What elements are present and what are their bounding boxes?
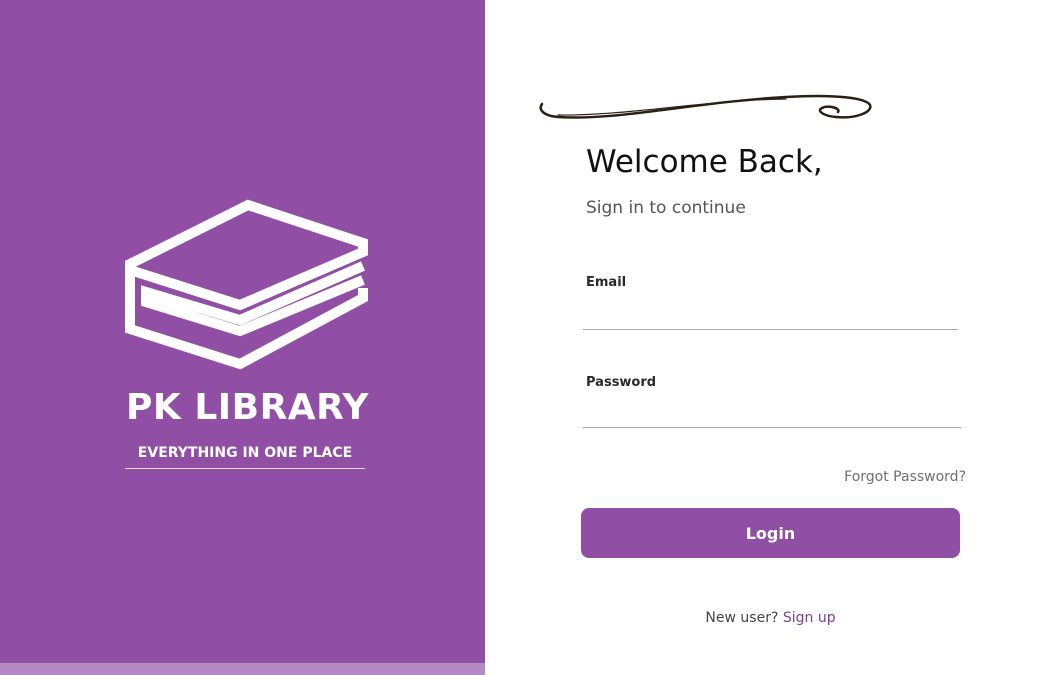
page-subtitle: Sign in to continue [586,198,746,218]
password-label: Password [586,375,657,390]
panel-bottom-strip [0,663,485,675]
forgot-password-link[interactable]: Forgot Password? [844,467,966,487]
email-label: Email [586,275,627,290]
brand-panel: PK LIBRARY EVERYTHING IN ONE PLACE [0,0,485,675]
signup-link[interactable]: Sign up [783,610,836,626]
signup-row: New user? Sign up [581,608,960,628]
stacked-books-icon [125,199,368,370]
new-user-text: New user? [705,610,779,626]
email-field[interactable] [583,300,958,330]
password-field[interactable] [583,398,961,428]
brand-name: PK LIBRARY [126,387,369,428]
login-button[interactable]: Login [581,508,960,558]
decorative-swash-icon [539,94,872,119]
page-title: Welcome Back, [586,144,823,180]
login-page: PK LIBRARY EVERYTHING IN ONE PLACE Welco… [0,0,1050,675]
brand-tagline: EVERYTHING IN ONE PLACE [125,442,365,469]
